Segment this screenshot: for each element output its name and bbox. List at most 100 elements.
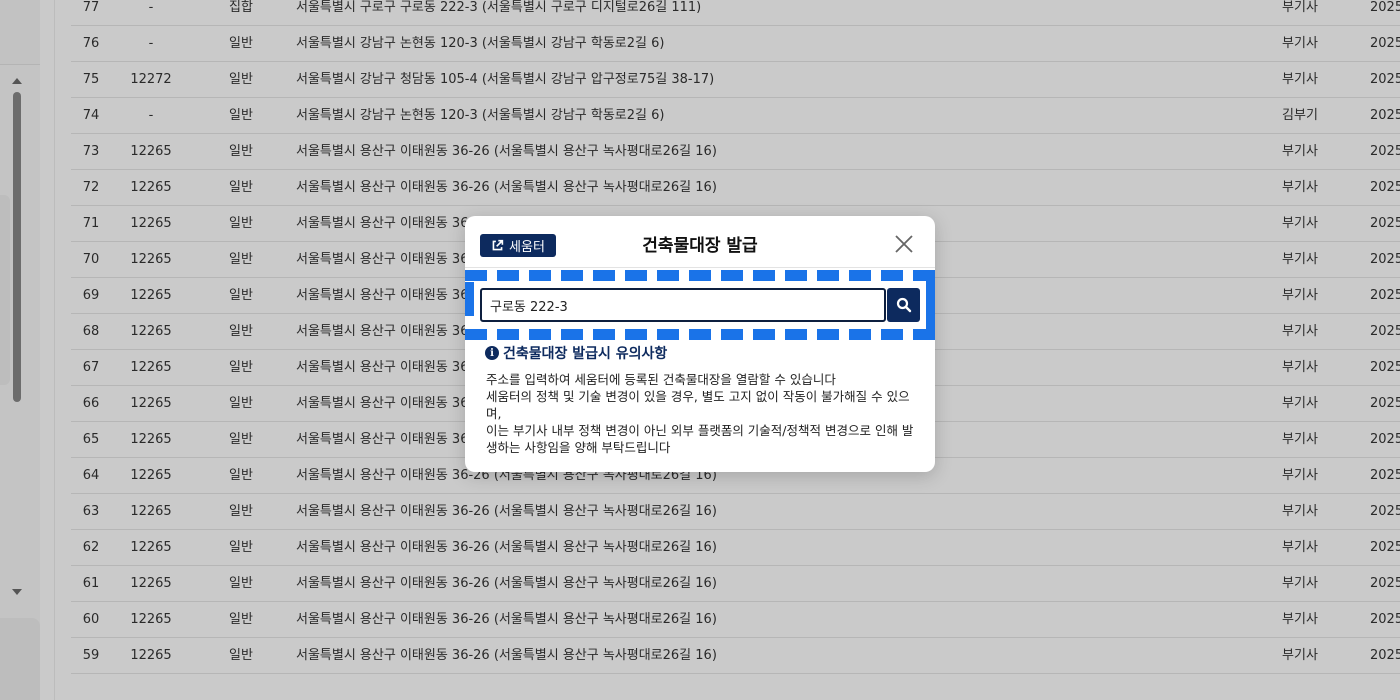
row-number: 67: [82, 360, 100, 375]
building-register-modal: 세움터 건축물대장 발급 i 건축물대장 발급시 유의사항 주소를 입력하여 세…: [465, 216, 935, 472]
row-code: -: [148, 108, 154, 123]
row-user: 부기사: [1282, 612, 1318, 627]
row-user: 부기사: [1282, 252, 1318, 267]
notice-title: 건축물대장 발급시 유의사항: [503, 346, 668, 362]
row-date: 2025-: [1370, 216, 1400, 231]
table-row[interactable]: 72 12265 일반 서울특별시 용산구 이태원동 36-26 (서울특별시 용산구…: [71, 170, 1400, 206]
table-row[interactable]: 75 12272 일반 서울특별시 강남구 청담동 105-4 (서울특별시 강남구 …: [71, 62, 1400, 98]
row-type: 일반: [229, 396, 253, 411]
row-address: 서울특별시 용산구 이태원동 36-26 (서울특별시 용산구 녹사평대로26길…: [296, 648, 717, 663]
row-type: 일반: [229, 180, 253, 195]
search-button[interactable]: [887, 288, 920, 322]
scroll-down-arrow-icon[interactable]: [12, 589, 22, 595]
close-button[interactable]: [893, 233, 915, 255]
row-number: 61: [82, 576, 100, 591]
row-number: 76: [82, 36, 100, 51]
row-number: 77: [82, 0, 100, 15]
row-type: 일반: [229, 108, 253, 123]
notice-body: 주소를 입력하여 세움터에 등록된 건축물대장을 열람할 수 있습니다 세움터의…: [486, 371, 918, 456]
row-user: 부기사: [1282, 36, 1318, 51]
row-number: 64: [82, 468, 100, 483]
notice-line: 주소를 입력하여 세움터에 등록된 건축물대장을 열람할 수 있습니다: [486, 372, 836, 387]
table-row[interactable]: 76 - 일반 서울특별시 강남구 논현동 120-3 (서울특별시 강남구 학동로2…: [71, 26, 1400, 62]
row-user: 부기사: [1282, 72, 1318, 87]
row-user: 부기사: [1282, 288, 1318, 303]
row-address: 서울특별시 강남구 논현동 120-3 (서울특별시 강남구 학동로2길 6): [296, 108, 665, 123]
row-date: 2025-: [1370, 396, 1400, 411]
notice-line: 세움터의 정책 및 기술 변경이 있을 경우, 별도 고지 없이 작동이 불가해…: [486, 389, 910, 421]
row-address: 서울특별시 용산구 이태원동 36-26 (서울특별시 용산구 녹사평대로26길…: [296, 180, 717, 195]
row-number: 75: [82, 72, 100, 87]
row-number: 66: [82, 396, 100, 411]
table-row[interactable]: 60 12265 일반 서울특별시 용산구 이태원동 36-26 (서울특별시 용산구…: [71, 602, 1400, 638]
left-sidebar: [0, 0, 40, 700]
row-number: 68: [82, 324, 100, 339]
search-highlight-right: [926, 280, 935, 330]
table-row[interactable]: 63 12265 일반 서울특별시 용산구 이태원동 36-26 (서울특별시 용산구…: [71, 494, 1400, 530]
row-code: 12265: [130, 468, 172, 483]
row-date: 2025-: [1370, 540, 1400, 555]
table-row[interactable]: 77 - 집합 서울특별시 구로구 구로동 222-3 (서울특별시 구로구 디지털로…: [71, 0, 1400, 26]
table-row[interactable]: 61 12265 일반 서울특별시 용산구 이태원동 36-26 (서울특별시 용산구…: [71, 566, 1400, 602]
table-row[interactable]: 73 12265 일반 서울특별시 용산구 이태원동 36-26 (서울특별시 용산구…: [71, 134, 1400, 170]
row-user: 부기사: [1282, 432, 1318, 447]
row-code: 12265: [130, 540, 172, 555]
notice-line: 생하는 사항임을 양해 부탁드립니다: [486, 440, 671, 455]
sidebar-scrollbar[interactable]: [9, 74, 25, 604]
row-number: 72: [82, 180, 100, 195]
scroll-up-arrow-icon[interactable]: [12, 78, 22, 84]
row-user: 부기사: [1282, 0, 1318, 15]
row-date: 2025-: [1370, 432, 1400, 447]
row-code: 12265: [130, 648, 172, 663]
scrollbar-thumb[interactable]: [13, 92, 21, 402]
row-address: 서울특별시 구로구 구로동 222-3 (서울특별시 구로구 디지털로26길 1…: [296, 0, 702, 15]
row-code: 12265: [130, 144, 172, 159]
notice-heading: i 건축물대장 발급시 유의사항: [485, 343, 667, 363]
row-user: 부기사: [1282, 180, 1318, 195]
row-date: 2025-: [1370, 144, 1400, 159]
row-number: 65: [82, 432, 100, 447]
row-date: 2025-: [1370, 180, 1400, 195]
row-code: 12272: [130, 72, 172, 87]
row-type: 일반: [229, 360, 253, 375]
row-date: 2025-: [1370, 648, 1400, 663]
row-number: 59: [82, 648, 100, 663]
row-type: 일반: [229, 288, 253, 303]
row-user: 부기사: [1282, 468, 1318, 483]
row-date: 2025-: [1370, 108, 1400, 123]
row-address: 서울특별시 용산구 이태원동 36-26 (서울특별시 용산구 녹사평대로26길…: [296, 540, 717, 555]
modal-header-divider: [465, 267, 935, 268]
row-code: 12265: [130, 432, 172, 447]
row-user: 김부기: [1282, 108, 1318, 123]
row-number: 62: [82, 540, 100, 555]
row-type: 일반: [229, 468, 253, 483]
table-row[interactable]: 62 12265 일반 서울특별시 용산구 이태원동 36-26 (서울특별시 용산구…: [71, 530, 1400, 566]
row-user: 부기사: [1282, 504, 1318, 519]
row-type: 일반: [229, 576, 253, 591]
table-row[interactable]: 59 12265 일반 서울특별시 용산구 이태원동 36-26 (서울특별시 용산구…: [71, 638, 1400, 674]
row-user: 부기사: [1282, 360, 1318, 375]
row-type: 일반: [229, 36, 253, 51]
address-search-input[interactable]: [480, 288, 886, 322]
row-date: 2025-: [1370, 0, 1400, 15]
modal-title: 건축물대장 발급: [642, 236, 758, 256]
sidebar-bottom-panel: [0, 618, 40, 700]
sidebar-top-panel: [0, 0, 40, 65]
row-number: 73: [82, 144, 100, 159]
row-user: 부기사: [1282, 324, 1318, 339]
row-type: 일반: [229, 612, 253, 627]
row-code: 12265: [130, 396, 172, 411]
row-type: 일반: [229, 504, 253, 519]
row-user: 부기사: [1282, 396, 1318, 411]
row-type: 일반: [229, 648, 253, 663]
row-date: 2025-: [1370, 324, 1400, 339]
table-row[interactable]: 74 - 일반 서울특별시 강남구 논현동 120-3 (서울특별시 강남구 학동로2…: [71, 98, 1400, 134]
row-user: 부기사: [1282, 576, 1318, 591]
row-address: 서울특별시 용산구 이태원동 36-26 (서울특별시 용산구 녹사평대로26길…: [296, 612, 717, 627]
row-type: 일반: [229, 216, 253, 231]
row-code: 12265: [130, 216, 172, 231]
row-type: 일반: [229, 324, 253, 339]
row-address: 서울특별시 강남구 논현동 120-3 (서울특별시 강남구 학동로2길 6): [296, 36, 665, 51]
search-highlight-left: [465, 282, 474, 328]
row-date: 2025-: [1370, 36, 1400, 51]
